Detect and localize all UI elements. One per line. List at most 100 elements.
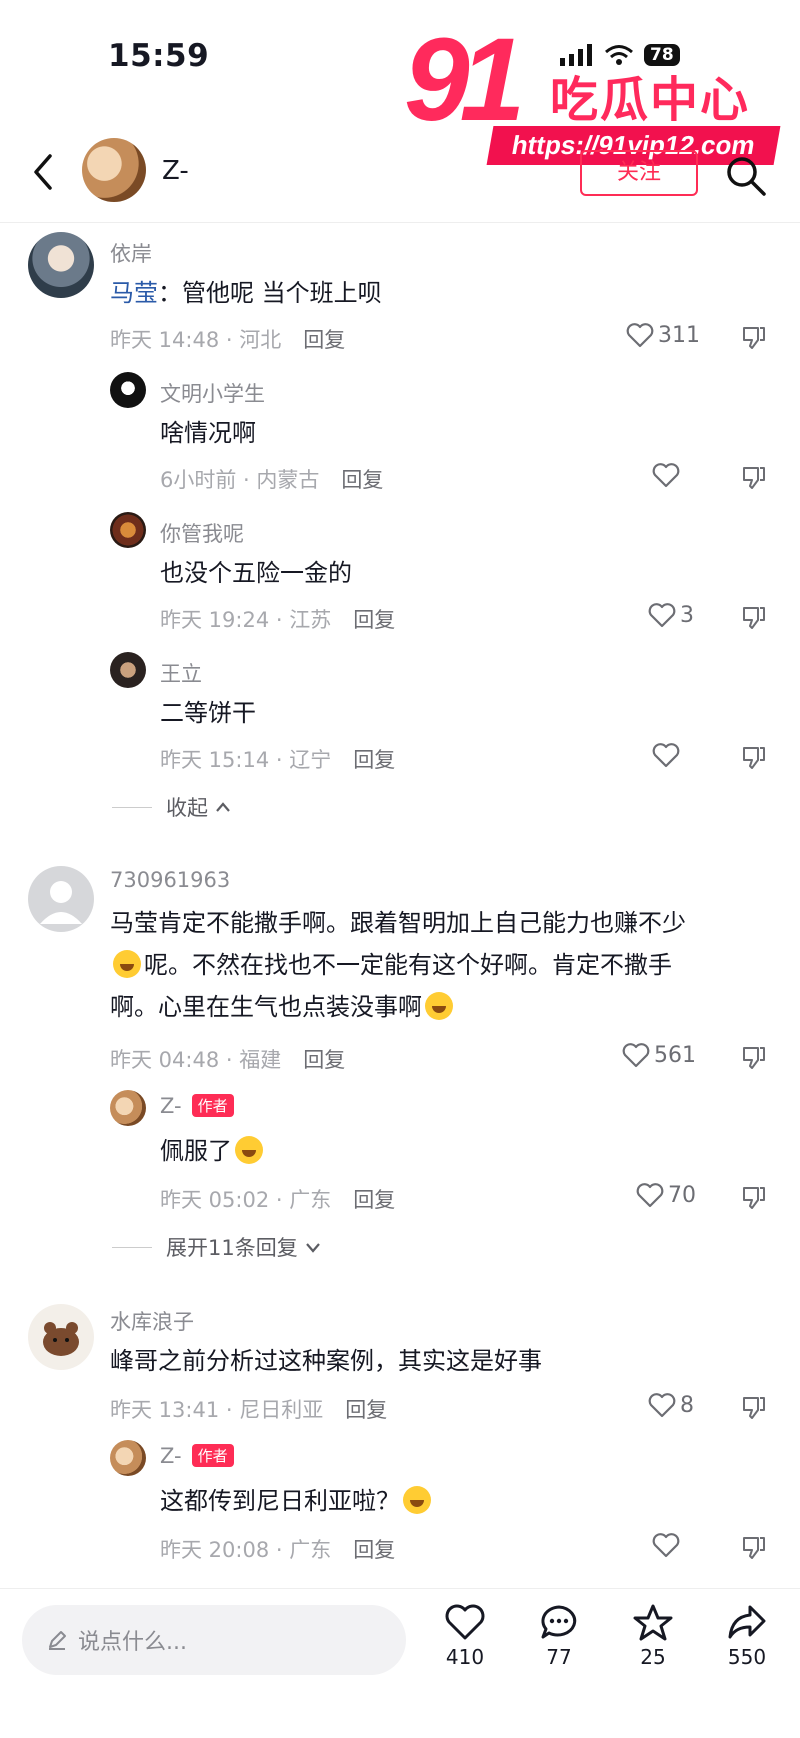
reply-text: 啥情况啊 [160,419,256,447]
reply-text: 二等饼干 [160,699,256,727]
heart-icon [626,323,654,348]
chevron-down-icon [305,1243,320,1253]
reply-time: 昨天 19:24 · 江苏 [160,608,332,632]
like-count: 311 [658,322,700,348]
like-button[interactable]: 561 [622,1042,696,1068]
like-count: 561 [654,1042,696,1068]
comment-author[interactable]: 水库浪子 [110,1306,194,1336]
comment-bubble-icon [541,1605,577,1639]
reply-author[interactable]: 文明小学生 [160,378,265,408]
favorite-action[interactable]: 25 [618,1603,688,1669]
comment-action[interactable]: 77 [524,1603,594,1669]
divider [0,222,800,223]
heart-icon [652,463,680,488]
avatar[interactable] [28,232,94,298]
share-icon [728,1605,766,1639]
author-badge: 作者 [191,1444,234,1467]
reply-button[interactable]: 回复 [303,1044,345,1074]
reply-meta: 昨天 05:02 · 广东 回复 [160,1184,395,1214]
avatar[interactable] [110,1440,146,1476]
search-icon[interactable] [724,154,768,198]
reply-button[interactable]: 回复 [341,464,383,494]
comment-total: 77 [546,1645,572,1669]
dislike-icon[interactable] [740,1184,768,1212]
status-time: 15:59 [108,38,210,74]
follow-button[interactable]: 关注 [580,150,698,196]
share-action[interactable]: 550 [712,1603,782,1669]
pencil-icon [49,1631,66,1650]
like-button[interactable]: 3 [648,602,694,628]
reply-button[interactable]: 回复 [353,1534,395,1564]
dislike-icon[interactable] [740,1394,768,1422]
reply-button[interactable]: 回复 [353,604,395,634]
dislike-icon[interactable] [740,604,768,632]
crying-laugh-emoji [235,1136,263,1164]
like-count: 70 [668,1182,696,1208]
crying-laugh-emoji [425,992,453,1020]
expand-replies-button[interactable]: 展开11条回复 [112,1232,322,1262]
reply-meta: 6小时前 · 内蒙古 回复 [160,464,383,494]
like-button[interactable] [652,1532,680,1558]
heart-icon [622,1043,650,1068]
comment-author[interactable]: 730961963 [110,868,230,892]
like-button[interactable]: 70 [636,1182,696,1208]
reply-meta: 昨天 20:08 · 广东 回复 [160,1534,395,1564]
mention-link[interactable]: 马莹 [110,279,158,307]
reply-text: 也没个五险一金的 [160,559,352,587]
favorite-total: 25 [640,1645,666,1669]
default-avatar-icon [40,881,82,924]
comment-author[interactable]: 依岸 [110,238,152,268]
avatar[interactable] [110,372,146,408]
comment-meta: 昨天 04:48 · 福建 回复 [110,1044,345,1074]
profile-name[interactable]: Z- [162,156,189,186]
like-count: 8 [680,1392,694,1418]
reply-time: 昨天 20:08 · 广东 [160,1538,332,1562]
reply-button[interactable]: 回复 [303,324,345,354]
bottom-bar: 说点什么... 410 77 25 550 [0,1588,800,1738]
back-icon[interactable] [28,150,58,194]
reply-author[interactable]: Z- 作者 [160,1094,234,1118]
reply-time: 昨天 05:02 · 广东 [160,1188,332,1212]
avatar[interactable] [110,512,146,548]
like-button[interactable] [652,462,680,488]
collapse-replies-button[interactable]: 收起 [112,792,232,822]
avatar[interactable] [82,138,146,202]
avatar[interactable] [110,652,146,688]
like-action[interactable]: 410 [430,1603,500,1669]
avatar[interactable] [28,1304,94,1370]
reply-time: 6小时前 · 内蒙古 [160,468,320,492]
heart-icon [636,1183,664,1208]
avatar[interactable] [28,866,94,932]
crying-laugh-emoji [403,1486,431,1514]
watermark-brand: 吃瓜中心 [550,72,751,128]
dislike-icon[interactable] [740,324,768,352]
heart-icon [648,603,676,628]
comment-placeholder: 说点什么... [78,1630,187,1655]
comment-time: 昨天 14:48 · 河北 [110,328,282,352]
like-button[interactable] [652,742,680,768]
reply-author[interactable]: 王立 [160,658,202,688]
like-button[interactable]: 311 [626,322,700,348]
author-badge: 作者 [191,1094,234,1117]
dislike-icon[interactable] [740,1044,768,1072]
heart-icon [652,743,680,768]
share-total: 550 [727,1645,767,1669]
comment-input[interactable]: 说点什么... [22,1605,406,1675]
star-icon [633,1604,673,1641]
reply-meta: 昨天 15:14 · 辽宁 回复 [160,744,395,774]
comment-time: 昨天 04:48 · 福建 [110,1048,282,1072]
reply-button[interactable]: 回复 [353,744,395,774]
reply-button[interactable]: 回复 [353,1184,395,1214]
avatar[interactable] [110,1090,146,1126]
reply-author[interactable]: 你管我呢 [160,518,244,548]
comment-meta: 昨天 14:48 · 河北 回复 [110,324,345,354]
comment-text: 马莹：管他呢 当个班上呗 [110,279,382,307]
reply-text: 这都传到尼日利亚啦？ [160,1480,434,1522]
reply-author[interactable]: Z- 作者 [160,1444,234,1468]
comment-meta: 昨天 13:41 · 尼日利亚 回复 [110,1394,387,1424]
like-button[interactable]: 8 [648,1392,694,1418]
dislike-icon[interactable] [740,464,768,492]
dislike-icon[interactable] [740,744,768,772]
dislike-icon[interactable] [740,1534,768,1562]
reply-button[interactable]: 回复 [345,1394,387,1424]
